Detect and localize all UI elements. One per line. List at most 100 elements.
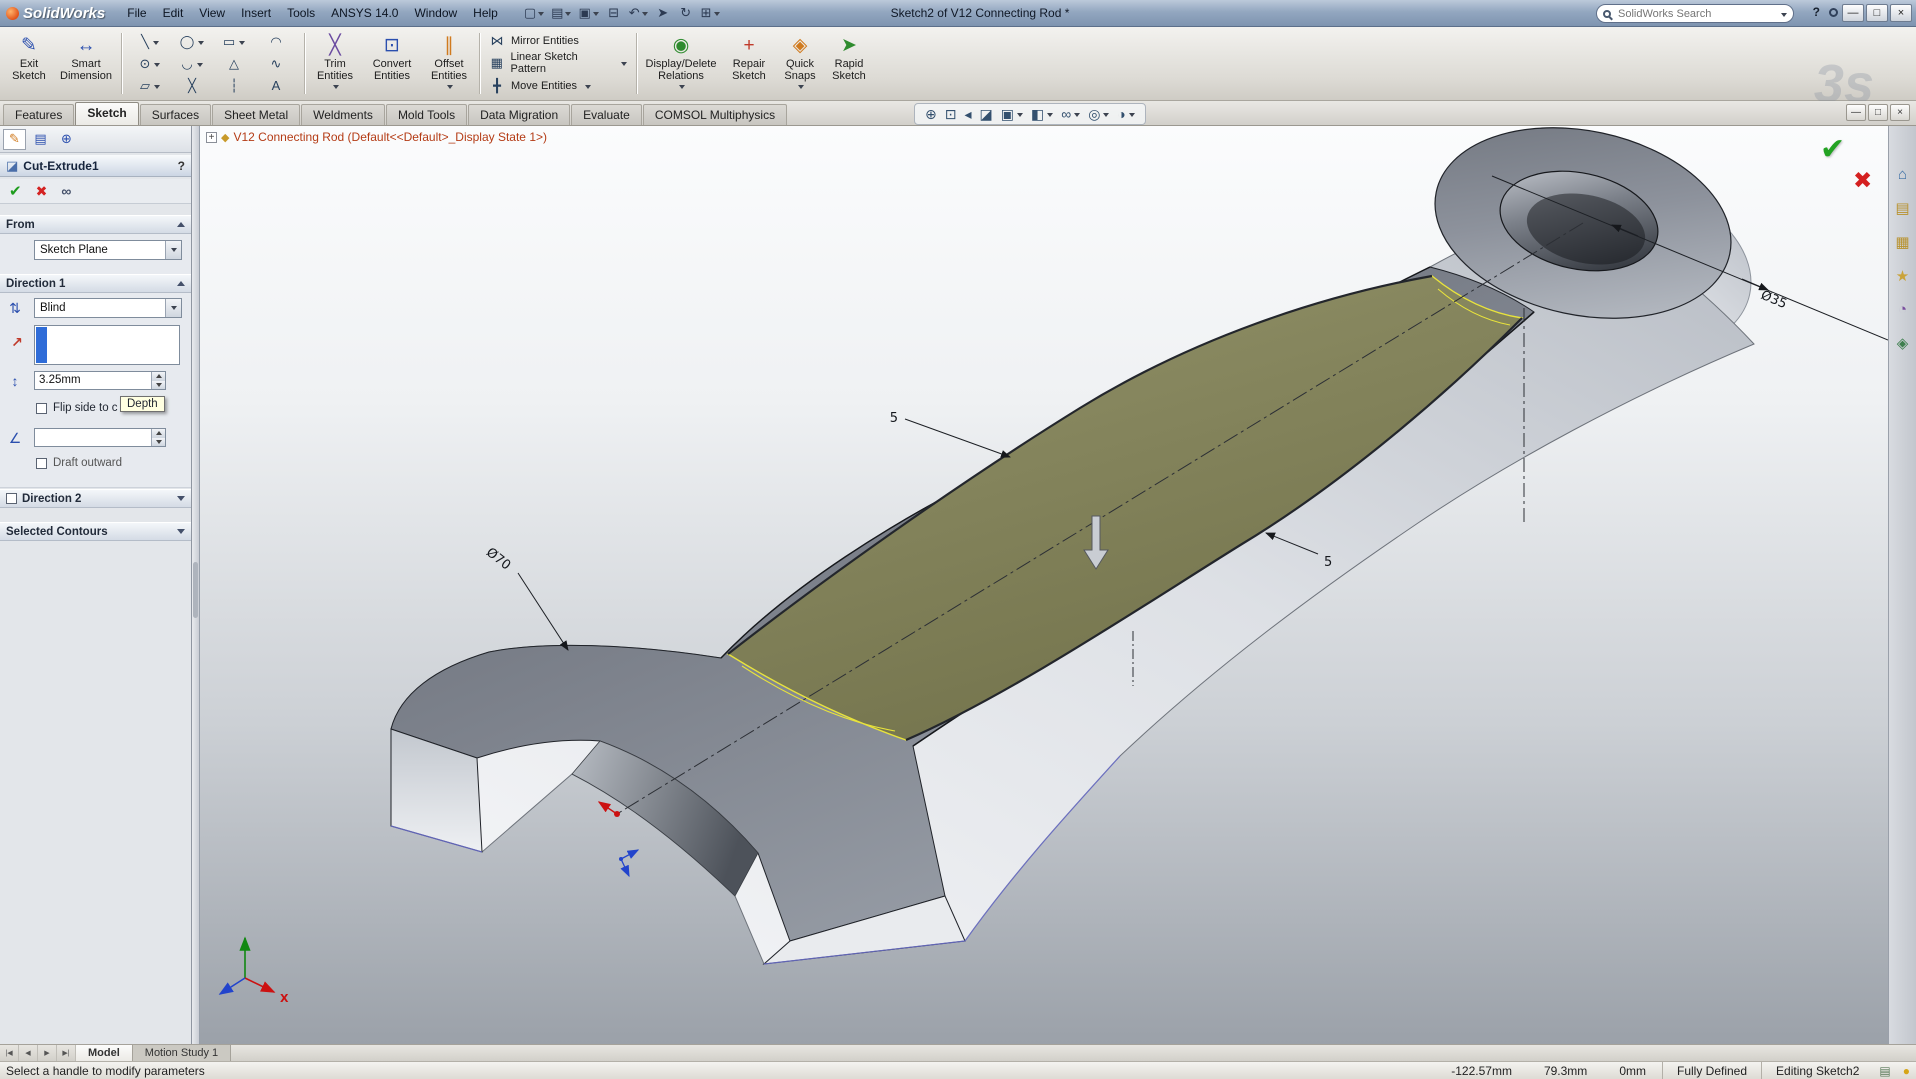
splitter-grip[interactable] (193, 562, 198, 618)
polygon-tool-icon[interactable]: △ (213, 53, 255, 75)
smart-dimension-button[interactable]: ↔ Smart Dimension (55, 30, 117, 97)
tab-features[interactable]: Features (3, 104, 75, 125)
model-canvas[interactable]: 5 5 Ø70 Ø35 X (200, 126, 1888, 1044)
spline-tool-icon[interactable]: ∿ (255, 53, 297, 75)
text-tool-icon[interactable]: A (255, 75, 297, 97)
caret-down-icon[interactable] (1781, 12, 1787, 17)
tab-surfaces[interactable]: Surfaces (139, 104, 212, 125)
menu-file[interactable]: File (119, 3, 154, 23)
tab-weldments[interactable]: Weldments (301, 104, 385, 125)
tab-mold-tools[interactable]: Mold Tools (385, 104, 468, 125)
menu-help[interactable]: Help (465, 3, 506, 23)
menu-window[interactable]: Window (406, 3, 465, 23)
first-tab-button[interactable]: |◀ (0, 1045, 19, 1061)
property-manager-tab-icon[interactable]: ✎ (3, 128, 26, 150)
model-tab[interactable]: Model (76, 1045, 133, 1061)
circle-tool-icon[interactable]: ◯ (171, 31, 213, 53)
draft-value[interactable] (35, 429, 151, 446)
rapid-sketch-button[interactable]: ➤ Rapid Sketch (825, 30, 873, 97)
hide-show-items-icon[interactable]: ∞ (1061, 106, 1081, 122)
minimize-button[interactable]: — (1842, 4, 1864, 22)
group-header-direction2[interactable]: Direction 2 (0, 489, 191, 508)
linear-sketch-pattern-button[interactable]: ▦ Linear Sketch Pattern (489, 51, 627, 75)
display-delete-relations-button[interactable]: ◉ Display/Delete Relations (641, 30, 721, 97)
reverse-direction-icon[interactable]: ⇅ (4, 298, 26, 318)
dimension-text-d70[interactable]: Ø70 (483, 545, 513, 573)
dimension-text-5b[interactable]: 5 (1324, 555, 1332, 570)
depth-spinner[interactable]: 3.25mm (34, 371, 166, 390)
exit-sketch-button[interactable]: ✎ Exit Sketch (5, 30, 53, 97)
menu-view[interactable]: View (191, 3, 233, 23)
tab-comsol[interactable]: COMSOL Multiphysics (642, 104, 788, 125)
tab-evaluate[interactable]: Evaluate (571, 104, 642, 125)
dropdown-button[interactable] (165, 241, 181, 259)
tab-sketch[interactable]: Sketch (75, 102, 139, 125)
next-tab-button[interactable]: ▶ (38, 1045, 57, 1061)
feature-tree-root[interactable]: V12 Connecting Rod (Default<<Default>_Di… (233, 130, 547, 144)
dimension-text-d35[interactable]: Ø35 (1758, 288, 1789, 312)
direction2-checkbox[interactable] (6, 493, 17, 504)
new-document-icon[interactable]: ▢ (522, 3, 546, 23)
convert-entities-button[interactable]: ⊡ Convert Entities (363, 30, 421, 97)
configuration-manager-tab-icon[interactable]: ▤ (29, 129, 52, 150)
file-explorer-icon[interactable]: ▦ (1895, 233, 1909, 251)
trim-entities-button[interactable]: ╳ Trim Entities (309, 30, 361, 97)
previous-tab-button[interactable]: ◀ (19, 1045, 38, 1061)
display-style-icon[interactable]: ◧ (1031, 106, 1054, 123)
trim-small-tool-icon[interactable]: ╳ (171, 75, 213, 97)
flip-side-checkbox[interactable] (36, 402, 47, 414)
arc-tool-icon[interactable]: ◠ (255, 31, 297, 53)
print-icon[interactable]: ⊟ (604, 3, 624, 23)
end-condition-dropdown[interactable]: Blind (34, 298, 182, 318)
undo-icon[interactable]: ↶ (627, 3, 650, 23)
spin-down-button[interactable] (152, 380, 165, 389)
direction-selection-box[interactable] (34, 325, 180, 365)
last-tab-button[interactable]: ▶| (57, 1045, 76, 1061)
draft-spinner[interactable] (34, 428, 166, 447)
search-input[interactable] (1616, 6, 1774, 21)
detailed-preview-icon[interactable]: ∞ (61, 183, 71, 199)
mirror-entities-button[interactable]: ⋈ Mirror Entities (489, 33, 627, 49)
repair-sketch-button[interactable]: + Repair Sketch (723, 30, 775, 97)
group-header-from[interactable]: From (0, 215, 191, 234)
edit-appearance-icon[interactable]: ◎ (1088, 106, 1110, 123)
parallelogram-tool-icon[interactable]: ▱ (129, 75, 171, 97)
group-header-direction1[interactable]: Direction 1 (0, 274, 191, 293)
menu-insert[interactable]: Insert (233, 3, 279, 23)
confirm-cancel-icon[interactable]: ✖ (1853, 167, 1872, 194)
dropdown-button[interactable] (165, 299, 181, 317)
spin-up-button[interactable] (152, 372, 165, 381)
tab-sheet-metal[interactable]: Sheet Metal (212, 104, 301, 125)
doc-close-button[interactable]: × (1890, 104, 1910, 121)
tab-data-migration[interactable]: Data Migration (468, 104, 571, 125)
open-icon[interactable]: ▤ (549, 3, 573, 23)
home-icon[interactable]: ⌂ (1898, 166, 1907, 183)
expand-icon[interactable]: + (206, 131, 217, 143)
zoom-fit-icon[interactable]: ⊕ (925, 106, 937, 123)
quick-tips-icon[interactable]: ● (1897, 1064, 1916, 1078)
menu-edit[interactable]: Edit (155, 3, 192, 23)
centerline-tool-icon[interactable]: ┆ (213, 75, 255, 97)
ok-button[interactable]: ✔ (9, 182, 22, 200)
depth-value[interactable]: 3.25mm (35, 372, 151, 389)
quick-snaps-button[interactable]: ◈ Quick Snaps (777, 30, 823, 97)
start-condition-dropdown[interactable]: Sketch Plane (34, 240, 182, 260)
graphics-area[interactable]: + ◆ V12 Connecting Rod (Default<<Default… (200, 126, 1888, 1044)
spin-up-button[interactable] (152, 429, 165, 438)
help-icon[interactable]: ? (1813, 5, 1820, 19)
offset-entities-button[interactable]: ∥ Offset Entities (423, 30, 475, 97)
panel-splitter[interactable] (192, 126, 200, 1044)
view-orientation-icon[interactable]: ▣ (1001, 106, 1023, 123)
close-button[interactable]: × (1890, 4, 1912, 22)
rectangle-tool-icon[interactable]: ▭ (213, 31, 255, 53)
menu-tools[interactable]: Tools (279, 3, 323, 23)
status-flag-icon[interactable]: ▤ (1873, 1064, 1896, 1078)
custom-properties-icon[interactable]: ◈ (1897, 334, 1909, 352)
doc-minimize-button[interactable]: — (1846, 104, 1866, 121)
line-tool-icon[interactable]: ╲ (129, 31, 171, 53)
cancel-button[interactable]: ✖ (36, 183, 48, 200)
move-entities-button[interactable]: ╋ Move Entities (489, 78, 627, 94)
previous-view-icon[interactable]: ◂ (964, 106, 971, 123)
rebuild-icon[interactable]: ↻ (676, 3, 696, 23)
doc-restore-button[interactable]: □ (1868, 104, 1888, 121)
